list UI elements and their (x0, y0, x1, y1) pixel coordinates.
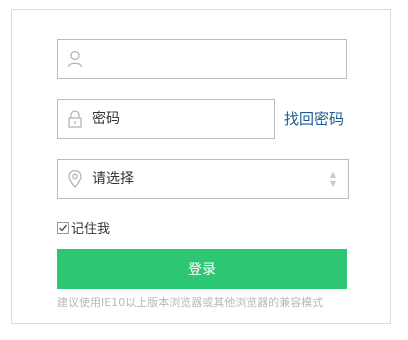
location-pin-icon (58, 160, 92, 198)
username-field[interactable] (57, 39, 347, 79)
checkmark-icon (59, 224, 68, 232)
password-input[interactable] (92, 101, 274, 137)
remember-me-checkbox[interactable] (57, 221, 69, 234)
chevron-down-icon: ▼ (329, 179, 337, 188)
user-icon (58, 40, 92, 78)
password-field[interactable] (57, 99, 275, 139)
region-select[interactable]: 请选择 ▲ ▼ (57, 159, 349, 199)
login-button[interactable]: 登录 (57, 249, 347, 289)
select-arrows[interactable]: ▲ ▼ (318, 160, 348, 198)
remember-me[interactable]: 记住我 (57, 218, 110, 237)
forgot-password-link[interactable]: 找回密码 (284, 108, 344, 129)
lock-icon (58, 100, 92, 138)
remember-me-label: 记住我 (71, 222, 111, 237)
region-select-value: 请选择 (92, 171, 134, 187)
chevron-up-icon: ▲ (329, 170, 337, 179)
username-input[interactable] (92, 41, 346, 77)
browser-hint: 建议使用IE10以上版本浏览器或其他浏览器的兼容模式 (57, 296, 324, 309)
